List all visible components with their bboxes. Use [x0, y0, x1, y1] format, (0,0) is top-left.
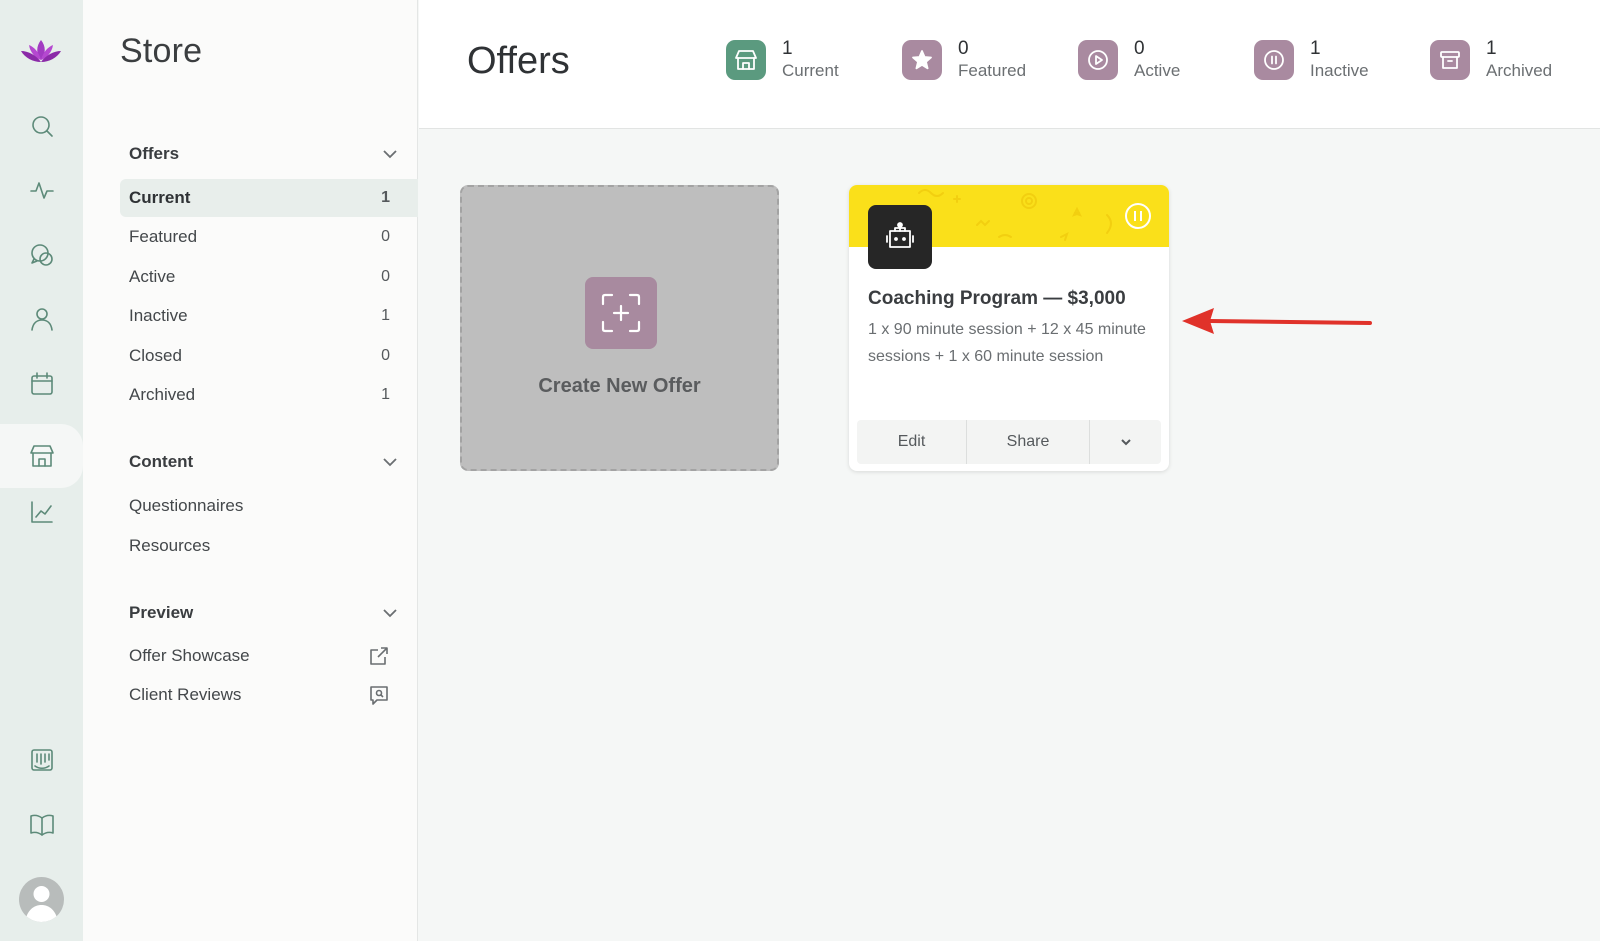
- stat-value: 0: [1134, 38, 1145, 59]
- sidebar-item-label: Offer Showcase: [129, 646, 250, 665]
- activity-icon[interactable]: [22, 170, 62, 210]
- sidebar-item-count: 1: [381, 307, 390, 324]
- stat-label: Archived: [1486, 61, 1553, 80]
- sidebar-item-archived[interactable]: Archived 1: [120, 376, 418, 414]
- robot-icon: [868, 205, 932, 269]
- content-section-label: Content: [129, 452, 194, 471]
- add-frame-icon: [585, 277, 657, 349]
- sidebar-item-label: Inactive: [129, 306, 188, 325]
- sidebar-item-questionnaires[interactable]: Questionnaires: [120, 487, 418, 525]
- play-icon: [1078, 40, 1118, 80]
- stat-value: 1: [1486, 38, 1497, 59]
- chat-icon[interactable]: [22, 235, 62, 275]
- user-icon[interactable]: [22, 299, 62, 339]
- book-icon[interactable]: [22, 805, 62, 845]
- stat-label: Featured: [958, 61, 1027, 80]
- sidebar-item-active[interactable]: Active 0: [120, 258, 418, 296]
- sidebar-item-label: Closed: [129, 346, 182, 365]
- sidebar-item-count: 1: [381, 386, 390, 403]
- create-new-offer-card[interactable]: Create New Offer: [460, 185, 779, 471]
- preview-section-header[interactable]: Preview: [129, 601, 399, 625]
- edit-button[interactable]: Edit: [857, 420, 967, 464]
- stat-active[interactable]: 0 Active: [1078, 36, 1180, 84]
- stat-value: 1: [782, 38, 793, 59]
- chart-icon[interactable]: [22, 492, 62, 532]
- stat-value: 1: [1310, 38, 1321, 59]
- sidebar-item-inactive[interactable]: Inactive 1: [120, 297, 418, 335]
- pause-status-icon[interactable]: [1123, 201, 1153, 231]
- share-button[interactable]: Share: [967, 420, 1090, 464]
- sidebar-item-count: 0: [381, 268, 390, 285]
- sidebar-item-closed[interactable]: Closed 0: [120, 337, 418, 375]
- sidebar-item-label: Featured: [129, 227, 198, 246]
- offer-actions: Edit Share: [857, 420, 1161, 464]
- store-sidebar: Store Offers Current 1 Featured 0 Active…: [83, 0, 418, 941]
- page-header: Offers 1 Current 0 Featured 0 Active 1 I…: [419, 0, 1600, 129]
- offer-title: Coaching Program — $3,000: [868, 288, 1126, 309]
- content-section-header[interactable]: Content: [129, 450, 399, 474]
- offer-description: 1 x 90 minute session + 12 x 45 minute s…: [868, 321, 1146, 365]
- page-title: Offers: [467, 40, 570, 82]
- chevron-down-icon: [1120, 439, 1131, 446]
- sidebar-title: Store: [120, 32, 203, 70]
- create-new-offer-label: Create New Offer: [538, 375, 701, 397]
- stat-archived[interactable]: 1 Archived: [1430, 36, 1552, 84]
- sidebar-item-count: 1: [381, 189, 390, 206]
- stat-value: 0: [958, 38, 969, 59]
- avatar[interactable]: [19, 877, 64, 922]
- review-icon[interactable]: [368, 684, 390, 706]
- external-link-icon[interactable]: [368, 645, 390, 667]
- sidebar-item-offer-showcase[interactable]: Offer Showcase: [120, 637, 418, 675]
- offers-section-label: Offers: [129, 144, 180, 163]
- annotation-arrow: [1182, 308, 1372, 334]
- sidebar-item-label: Resources: [129, 536, 211, 555]
- sidebar-item-resources[interactable]: Resources: [120, 527, 418, 565]
- sidebar-item-label: Active: [129, 267, 176, 286]
- chevron-down-icon: [383, 150, 397, 159]
- more-options-button[interactable]: [1090, 420, 1161, 464]
- offer-card[interactable]: Coaching Program — $3,000 1 x 90 minute …: [849, 185, 1169, 471]
- icon-rail: [0, 0, 83, 941]
- stat-label: Active: [1134, 61, 1181, 80]
- sidebar-item-current[interactable]: Current 1: [120, 179, 418, 217]
- sidebar-item-label: Questionnaires: [129, 496, 244, 515]
- stat-featured[interactable]: 0 Featured: [902, 36, 1026, 84]
- stat-label: Current: [782, 61, 839, 80]
- calendar-icon[interactable]: [22, 364, 62, 404]
- search-icon[interactable]: [22, 106, 62, 146]
- sidebar-item-featured[interactable]: Featured 0: [120, 218, 418, 256]
- pause-icon: [1254, 40, 1294, 80]
- store-icon[interactable]: [22, 436, 62, 476]
- chevron-down-icon: [383, 609, 397, 618]
- store-icon: [726, 40, 766, 80]
- sidebar-item-label: Client Reviews: [129, 685, 242, 704]
- sidebar-item-label: Current: [129, 188, 191, 207]
- offers-section-header[interactable]: Offers: [129, 142, 399, 166]
- preview-section-label: Preview: [129, 603, 194, 622]
- sidebar-item-label: Archived: [129, 385, 196, 404]
- stat-label: Inactive: [1310, 61, 1369, 80]
- lotus-logo-icon[interactable]: [19, 36, 63, 68]
- sidebar-item-client-reviews[interactable]: Client Reviews: [120, 676, 418, 714]
- star-icon: [902, 40, 942, 80]
- board-icon[interactable]: [22, 740, 62, 780]
- sidebar-item-count: 0: [381, 228, 390, 245]
- chevron-down-icon: [383, 458, 397, 467]
- sidebar-item-count: 0: [381, 347, 390, 364]
- archive-icon: [1430, 40, 1470, 80]
- stat-inactive[interactable]: 1 Inactive: [1254, 36, 1369, 84]
- stat-current[interactable]: 1 Current: [726, 36, 839, 84]
